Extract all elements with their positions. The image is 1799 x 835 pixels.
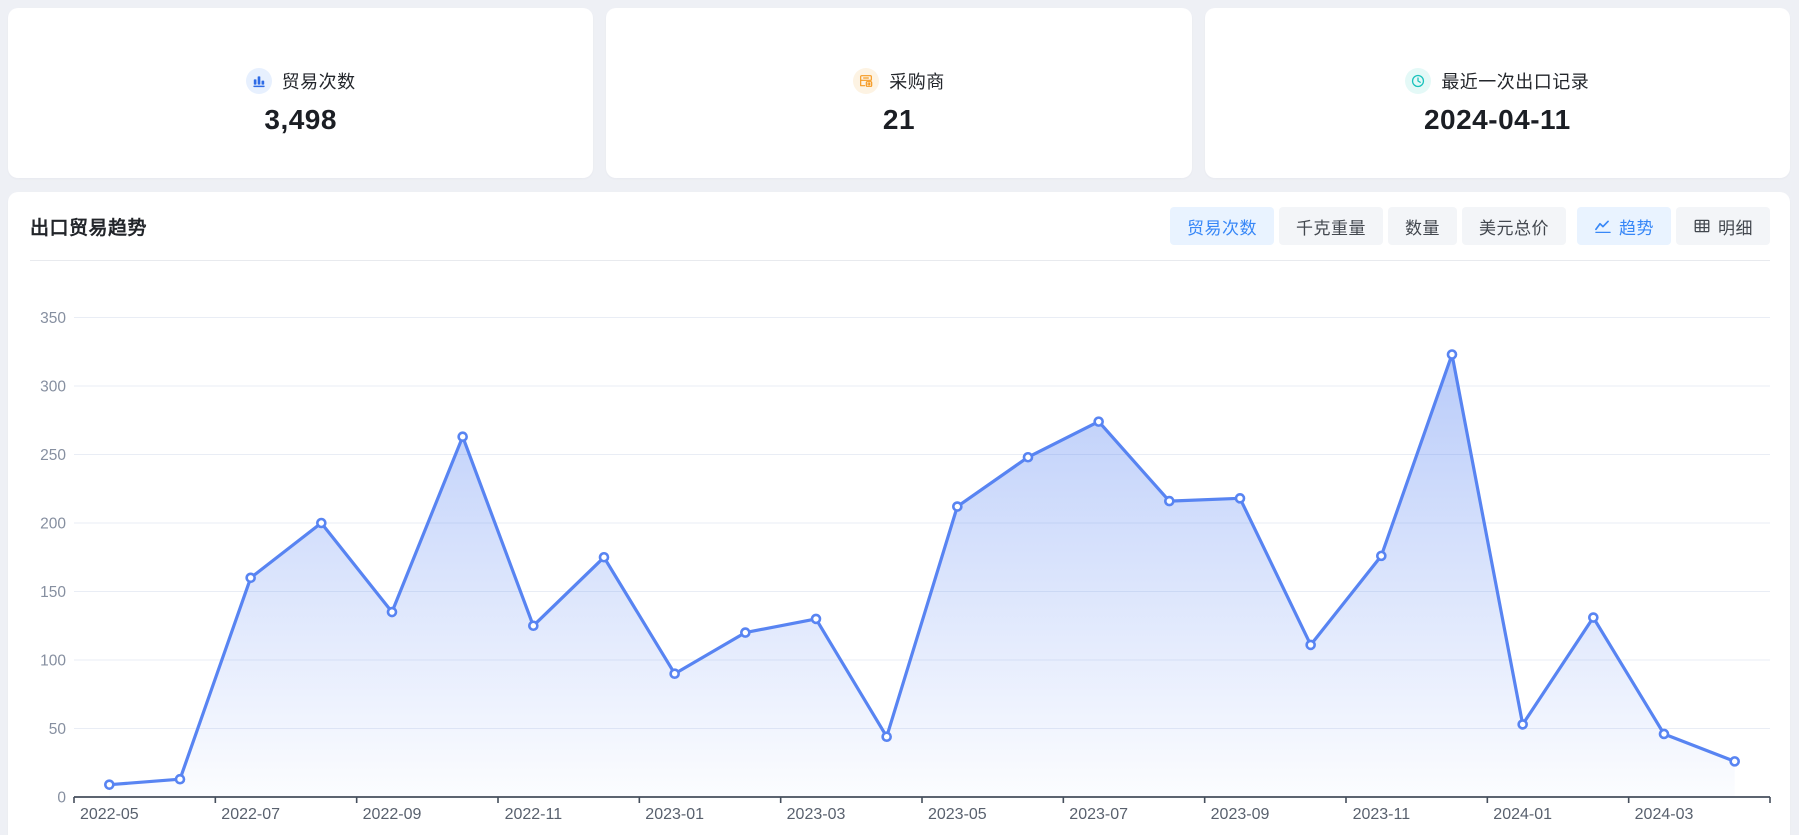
svg-text:2022-07: 2022-07 [221,806,280,823]
tab-label: 千克重量 [1296,214,1366,239]
trend-panel: 出口贸易趋势 贸易次数 千克重量 数量 美元总价 [8,192,1790,835]
svg-text:2023-01: 2023-01 [645,806,704,823]
svg-text:2023-09: 2023-09 [1211,806,1270,823]
stat-card-header: 采购商 [853,68,945,94]
svg-text:200: 200 [40,516,66,533]
svg-text:0: 0 [57,790,66,807]
svg-text:2023-05: 2023-05 [928,806,987,823]
trend-chart-svg[interactable]: 0 50 100 150 200 250 300 350 2022-05 2022-07 2022-… [8,261,1790,835]
tab-label: 明细 [1718,214,1753,239]
tab-detail-view[interactable]: 明细 [1676,207,1770,245]
svg-text:250: 250 [40,447,66,464]
line-chart-icon [1594,217,1612,235]
svg-text:350: 350 [40,310,66,327]
svg-text:2023-03: 2023-03 [787,806,846,823]
stat-card-label: 采购商 [889,68,945,94]
stat-card-label: 贸易次数 [282,68,356,94]
svg-text:2022-11: 2022-11 [505,806,563,823]
svg-text:2022-09: 2022-09 [363,806,422,823]
tab-label: 数量 [1405,214,1440,239]
dashboard-page: { "stats_cards": [ { "label": "贸易次数", "v… [0,0,1799,835]
stats-cards-row: 贸易次数 3,498 采购商 21 [8,8,1790,178]
svg-text:2024-01: 2024-01 [1493,806,1552,823]
stat-card-trade-count: 贸易次数 3,498 [8,8,593,178]
metric-tab-group: 贸易次数 千克重量 数量 美元总价 [1170,207,1566,245]
trend-panel-header: 出口贸易趋势 贸易次数 千克重量 数量 美元总价 [30,192,1770,261]
svg-text:2023-07: 2023-07 [1069,806,1128,823]
stat-card-value: 3,498 [264,104,337,136]
svg-text:50: 50 [49,721,67,738]
table-icon [1693,217,1711,235]
tab-quantity[interactable]: 数量 [1388,207,1457,245]
tab-trade-count[interactable]: 贸易次数 [1170,207,1274,245]
svg-text:2024-03: 2024-03 [1635,806,1694,823]
stat-card-last-export: 最近一次出口记录 2024-04-11 [1205,8,1790,178]
tab-usd-total[interactable]: 美元总价 [1462,207,1566,245]
clock-icon [1405,68,1431,94]
view-tab-group: 趋势 明细 [1577,207,1770,245]
tab-trend-view[interactable]: 趋势 [1577,207,1671,245]
tab-kg-weight[interactable]: 千克重量 [1279,207,1383,245]
stat-card-value: 2024-04-11 [1424,104,1571,136]
svg-text:300: 300 [40,379,66,396]
svg-text:100: 100 [40,653,66,670]
stat-card-value: 21 [883,104,915,136]
tab-label: 趋势 [1619,214,1654,239]
stat-card-header: 贸易次数 [246,68,356,94]
stat-card-label: 最近一次出口记录 [1441,68,1589,94]
page-title: 出口贸易趋势 [30,213,147,240]
tab-zone: 贸易次数 千克重量 数量 美元总价 [1170,207,1770,245]
bar-chart-icon [246,68,272,94]
stat-card-buyers: 采购商 21 [606,8,1191,178]
buyer-icon [853,68,879,94]
svg-text:150: 150 [40,584,66,601]
svg-text:2022-05: 2022-05 [80,806,139,823]
svg-text:2023-11: 2023-11 [1353,806,1411,823]
stat-card-header: 最近一次出口记录 [1405,68,1589,94]
tab-label: 贸易次数 [1187,214,1257,239]
tab-label: 美元总价 [1479,214,1549,239]
